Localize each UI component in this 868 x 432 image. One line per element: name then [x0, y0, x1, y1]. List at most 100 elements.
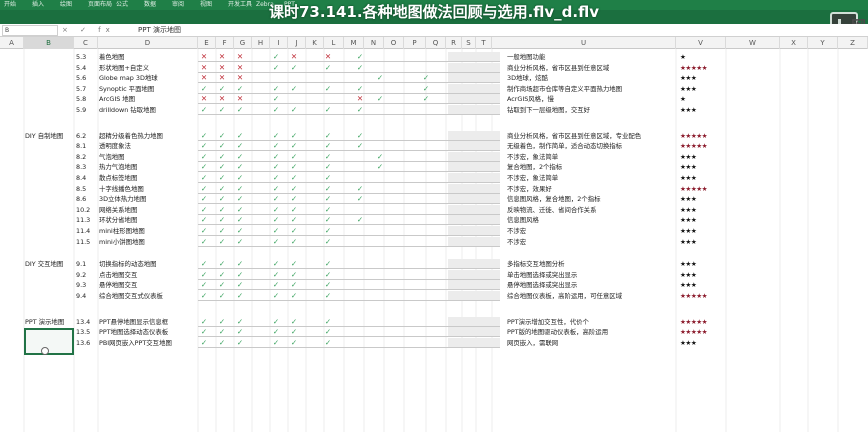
column-header-l[interactable]: L — [324, 37, 344, 49]
row-num[interactable]: 8.6 — [76, 194, 98, 204]
column-header-u[interactable]: U — [492, 37, 676, 49]
row-num[interactable]: 5.3 — [76, 52, 98, 62]
formula-function-icons[interactable]: × ✓ fx — [62, 24, 132, 37]
row-num[interactable]: 11.5 — [76, 237, 98, 247]
ribbon-tab[interactable]: 插入 — [32, 0, 60, 10]
row-note[interactable]: 钻取到下一层级地图，交互好 — [507, 105, 675, 115]
row-name[interactable]: 切换指标的动态地图 — [99, 259, 197, 269]
row-num[interactable]: 8.1 — [76, 141, 98, 151]
column-header-b[interactable]: B — [24, 37, 74, 49]
row-num[interactable]: 10.2 — [76, 205, 98, 215]
row-note[interactable]: 综合地图仪表板，高阶运用，可任意区域 — [507, 291, 675, 301]
spreadsheet-grid[interactable]: 5.3 着色地图 一般地图功能 ✕ ✕ ✕ ✓ ✕ ✕ ✓ ★ 5.4 形状地图+自定义 商业分析风格，省… — [0, 49, 868, 432]
row-name[interactable]: 超精分级着色热力地图 — [99, 131, 197, 141]
row-name[interactable]: PPT悬停地图显示信息框 — [99, 317, 197, 327]
row-num[interactable]: 6.2 — [76, 131, 98, 141]
row-num[interactable]: 9.2 — [76, 270, 98, 280]
row-num[interactable]: 11.3 — [76, 215, 98, 225]
row-note[interactable]: 3D地球，炫酷 — [507, 73, 675, 83]
row-note[interactable]: PPT演示增加交互性，代价个 — [507, 317, 675, 327]
row-name[interactable]: 透明度象法 — [99, 141, 197, 151]
column-header-c[interactable]: C — [74, 37, 98, 49]
row-num[interactable]: 13.6 — [76, 338, 98, 348]
row-num[interactable]: 9.4 — [76, 291, 98, 301]
row-num[interactable]: 13.5 — [76, 327, 98, 337]
row-note[interactable]: 多指标交互地图分析 — [507, 259, 675, 269]
column-header-n[interactable]: N — [364, 37, 384, 49]
row-category[interactable]: PPT 演示地图 — [25, 317, 75, 327]
ribbon-tab[interactable]: 审阅 — [172, 0, 200, 10]
row-name[interactable]: 热力气泡地图 — [99, 162, 197, 172]
column-header-v[interactable]: V — [676, 37, 726, 49]
row-note[interactable]: 无级着色，制作简单，适合动态切换指标 — [507, 141, 675, 151]
row-note[interactable]: 复合地图，2个指标 — [507, 162, 675, 172]
column-header-s[interactable]: S — [462, 37, 476, 49]
row-note[interactable]: 制作商场超市仓库等自定义平面热力地图 — [507, 84, 675, 94]
column-header-w[interactable]: W — [726, 37, 780, 49]
row-note[interactable]: 一般地图功能 — [507, 52, 675, 62]
row-name[interactable]: mini小饼图地图 — [99, 237, 197, 247]
row-num[interactable]: 5.6 — [76, 73, 98, 83]
column-header-m[interactable]: M — [344, 37, 364, 49]
ribbon-tab[interactable]: Zebra — [256, 0, 284, 10]
row-name[interactable]: 网络关系地图 — [99, 205, 197, 215]
column-header-z[interactable]: Z — [838, 37, 868, 49]
row-note[interactable]: 悬停地图选择或突出显示 — [507, 280, 675, 290]
row-note[interactable]: 不涉宏 — [507, 237, 675, 247]
row-note[interactable]: 商业分析风格，省市区县到任意区域，专业配色 — [507, 131, 675, 141]
column-header-j[interactable]: J — [288, 37, 306, 49]
ribbon-tab[interactable]: 公式 — [116, 0, 144, 10]
row-name[interactable]: PPT地图选择动态仪表板 — [99, 327, 197, 337]
column-header-h[interactable]: H — [252, 37, 270, 49]
ribbon-tab[interactable]: 页面布局 — [88, 0, 116, 10]
row-num[interactable]: 8.3 — [76, 162, 98, 172]
row-name[interactable]: 环状分省地图 — [99, 215, 197, 225]
row-name[interactable]: 悬停地图交互 — [99, 280, 197, 290]
row-name[interactable]: 综合地图交互式仪表板 — [99, 291, 197, 301]
row-name[interactable]: 3D立体热力地图 — [99, 194, 197, 204]
row-num[interactable]: 5.9 — [76, 105, 98, 115]
fill-handle-icon[interactable] — [41, 347, 49, 355]
row-num[interactable]: 5.8 — [76, 94, 98, 104]
row-num[interactable]: 5.4 — [76, 63, 98, 73]
ribbon-tab[interactable]: 开始 — [4, 0, 32, 10]
ribbon-tab[interactable]: 视图 — [200, 0, 228, 10]
row-num[interactable]: 5.7 — [76, 84, 98, 94]
row-num[interactable]: 9.3 — [76, 280, 98, 290]
row-note[interactable]: 不涉宏，效果好 — [507, 184, 675, 194]
row-name[interactable]: mini柱形图地图 — [99, 226, 197, 236]
name-box[interactable]: B — [2, 25, 58, 36]
column-header-t[interactable]: T — [476, 37, 492, 49]
ribbon-tab[interactable]: 数据 — [144, 0, 172, 10]
row-note[interactable]: 不涉宏 — [507, 226, 675, 236]
row-name[interactable]: 气泡地图 — [99, 152, 197, 162]
ribbon-tab[interactable]: PPT — [284, 0, 312, 10]
row-category[interactable]: DIY 交互地图 — [25, 259, 75, 269]
row-num[interactable]: 13.4 — [76, 317, 98, 327]
ribbon-tab[interactable]: 开发工具 — [228, 0, 256, 10]
row-note[interactable]: AcrGIS风格，慢 — [507, 94, 675, 104]
row-name[interactable]: drilldown 钻取地图 — [99, 105, 197, 115]
column-header-a[interactable]: A — [0, 37, 24, 49]
row-note[interactable]: 信息图风格 — [507, 215, 675, 225]
row-note[interactable]: 网页嵌入，需联网 — [507, 338, 675, 348]
row-note[interactable]: PPT版的地图驱动仪表板，高阶运用 — [507, 327, 675, 337]
row-category[interactable]: DIY 自制地图 — [25, 131, 75, 141]
row-name[interactable]: 散点标签地图 — [99, 173, 197, 183]
row-note[interactable]: 反映物流、迁徙、省间合作关系 — [507, 205, 675, 215]
column-header-y[interactable]: Y — [808, 37, 838, 49]
formula-input[interactable]: PPT 演示地图 — [134, 24, 814, 37]
row-name[interactable]: 着色地图 — [99, 52, 197, 62]
column-header-d[interactable]: D — [98, 37, 198, 49]
row-name[interactable]: 点击地图交互 — [99, 270, 197, 280]
row-num[interactable]: 11.4 — [76, 226, 98, 236]
column-header-g[interactable]: G — [234, 37, 252, 49]
row-num[interactable]: 8.5 — [76, 184, 98, 194]
column-header-p[interactable]: P — [404, 37, 426, 49]
row-num[interactable]: 8.4 — [76, 173, 98, 183]
row-note[interactable]: 商业分析风格，省市区县到任意区域 — [507, 63, 675, 73]
row-note[interactable]: 不涉宏，象法简单 — [507, 152, 675, 162]
row-note[interactable]: 单击地图选择或突出显示 — [507, 270, 675, 280]
row-name[interactable]: 十字线播色地图 — [99, 184, 197, 194]
row-name[interactable]: PBI网页嵌入PPT交互地图 — [99, 338, 197, 348]
